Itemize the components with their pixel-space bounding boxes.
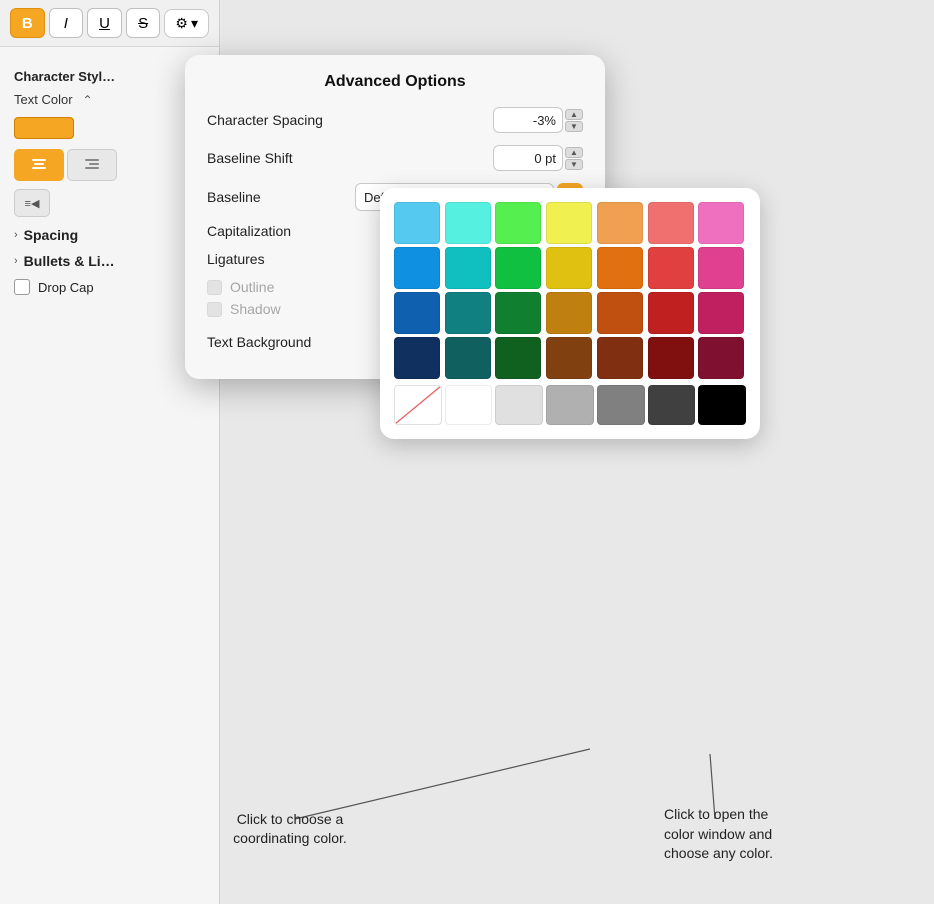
grayscale-row xyxy=(394,385,746,425)
grayscale-cell[interactable] xyxy=(597,385,645,425)
gear-options-button[interactable]: ⚙ ▾ xyxy=(164,9,209,38)
color-grid xyxy=(394,202,746,379)
color-cell[interactable] xyxy=(597,202,643,244)
color-cell[interactable] xyxy=(597,337,643,379)
text-background-label: Text Background xyxy=(207,334,311,350)
color-cell[interactable] xyxy=(495,247,541,289)
color-cell[interactable] xyxy=(597,247,643,289)
spacing-collapse[interactable]: › Spacing xyxy=(14,227,205,243)
color-cell[interactable] xyxy=(495,292,541,334)
drop-cap-label: Drop Cap xyxy=(38,280,94,295)
color-cell[interactable] xyxy=(698,292,744,334)
color-picker-popup xyxy=(380,188,760,439)
color-cell[interactable] xyxy=(445,247,491,289)
color-cell[interactable] xyxy=(546,337,592,379)
strikethrough-button[interactable]: S xyxy=(126,8,161,38)
callout-left-text: Click to choose acoordinating color. xyxy=(210,810,370,849)
drop-cap-row: Drop Cap xyxy=(14,279,205,295)
color-cell[interactable] xyxy=(445,292,491,334)
baseline-shift-row: Baseline Shift ▲ ▼ xyxy=(207,145,583,171)
list-style-button[interactable]: ≡◀ xyxy=(14,189,50,217)
color-cell[interactable] xyxy=(698,202,744,244)
color-cell[interactable] xyxy=(445,337,491,379)
character-style-label: Character Styl… xyxy=(14,69,205,84)
no-color-cell[interactable] xyxy=(394,385,442,425)
capitalization-label: Capitalization xyxy=(207,223,291,239)
color-cell[interactable] xyxy=(445,202,491,244)
character-spacing-row: Character Spacing ▲ ▼ xyxy=(207,107,583,133)
underline-button[interactable]: U xyxy=(87,8,122,38)
text-color-swatch[interactable] xyxy=(14,117,74,139)
text-color-label: Text Color xyxy=(14,92,73,107)
drop-cap-checkbox[interactable] xyxy=(14,279,30,295)
color-cell[interactable] xyxy=(394,292,440,334)
color-cell[interactable] xyxy=(648,247,694,289)
character-spacing-label: Character Spacing xyxy=(207,112,323,128)
baseline-shift-down[interactable]: ▼ xyxy=(565,159,583,170)
color-cell[interactable] xyxy=(648,337,694,379)
callout-right-text: Click to open thecolor window andchoose … xyxy=(664,805,854,864)
align-center-button[interactable] xyxy=(14,149,64,181)
color-cell[interactable] xyxy=(546,292,592,334)
shadow-checkbox[interactable] xyxy=(207,302,222,317)
color-cell[interactable] xyxy=(394,337,440,379)
bullets-label: Bullets & Li… xyxy=(24,253,115,269)
color-cell[interactable] xyxy=(597,292,643,334)
character-spacing-down[interactable]: ▼ xyxy=(565,121,583,132)
italic-button[interactable]: I xyxy=(49,8,84,38)
formatting-toolbar: B I U S ⚙ ▾ xyxy=(0,0,219,47)
character-spacing-input[interactable] xyxy=(493,107,563,133)
gear-icon: ⚙ xyxy=(175,15,188,32)
color-cell[interactable] xyxy=(698,337,744,379)
color-cell[interactable] xyxy=(495,337,541,379)
color-cell[interactable] xyxy=(648,202,694,244)
shadow-label: Shadow xyxy=(230,301,281,317)
color-cell[interactable] xyxy=(698,247,744,289)
baseline-shift-input[interactable] xyxy=(493,145,563,171)
color-cell[interactable] xyxy=(546,202,592,244)
chevron-down-icon: ▾ xyxy=(191,15,198,32)
color-cell[interactable] xyxy=(394,202,440,244)
baseline-label: Baseline xyxy=(207,189,347,205)
chevron-right-icon-2: › xyxy=(14,255,18,267)
color-cell[interactable] xyxy=(648,292,694,334)
color-cell[interactable] xyxy=(495,202,541,244)
grayscale-cell[interactable] xyxy=(495,385,543,425)
ligatures-label: Ligatures xyxy=(207,251,265,267)
grayscale-cell[interactable] xyxy=(546,385,594,425)
outline-checkbox[interactable] xyxy=(207,280,222,295)
color-cell[interactable] xyxy=(394,247,440,289)
align-right-button[interactable] xyxy=(67,149,117,181)
outline-label: Outline xyxy=(230,279,274,295)
baseline-shift-label: Baseline Shift xyxy=(207,150,293,166)
grayscale-cell[interactable] xyxy=(698,385,746,425)
chevron-right-icon: › xyxy=(14,229,18,241)
grayscale-cell[interactable] xyxy=(648,385,696,425)
bullets-collapse[interactable]: › Bullets & Li… xyxy=(14,253,205,269)
spacing-label: Spacing xyxy=(24,227,78,243)
grayscale-cell[interactable] xyxy=(445,385,493,425)
character-spacing-up[interactable]: ▲ xyxy=(565,109,583,120)
baseline-shift-up[interactable]: ▲ xyxy=(565,147,583,158)
panel-title: Advanced Options xyxy=(207,73,583,91)
bold-button[interactable]: B xyxy=(10,8,45,38)
color-cell[interactable] xyxy=(546,247,592,289)
